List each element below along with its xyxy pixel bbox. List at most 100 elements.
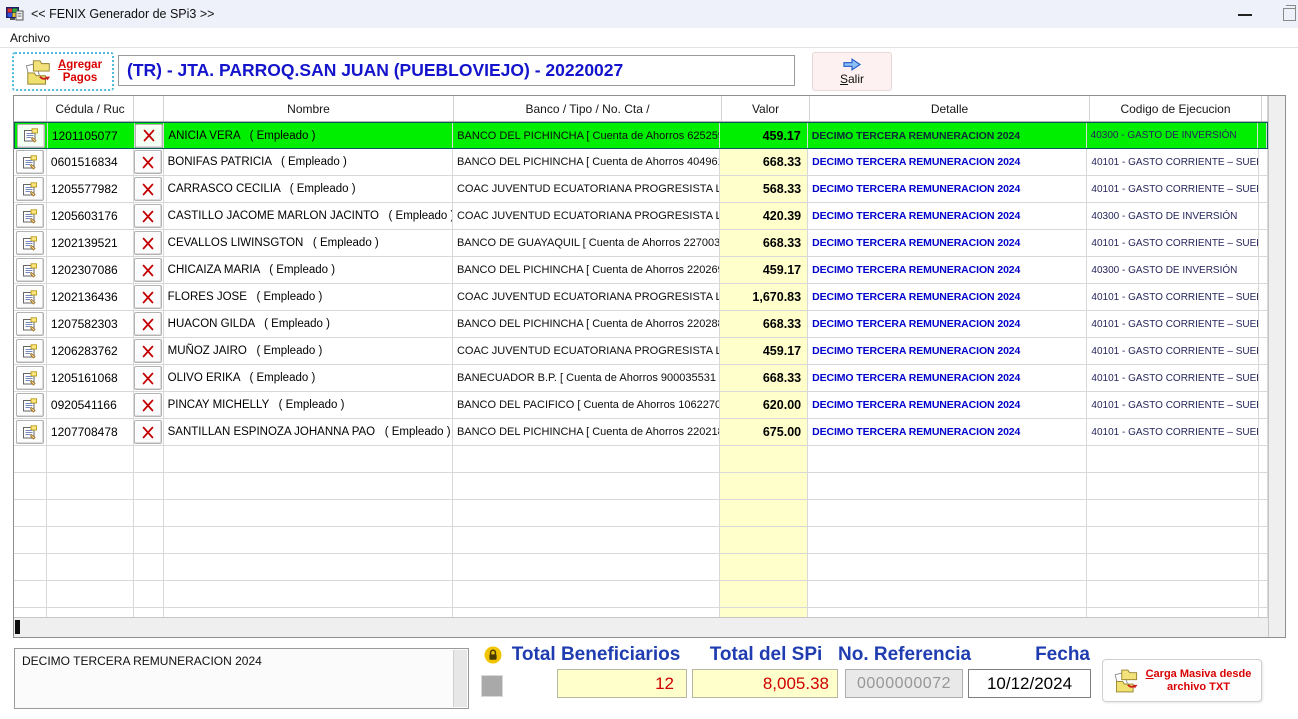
column-header-valor[interactable]: Valor	[722, 96, 810, 121]
edit-row-button[interactable]	[16, 177, 44, 201]
edit-row-button[interactable]	[17, 124, 45, 148]
cell-codigo: 40101 - GASTO CORRIENTE – SUELDOS	[1087, 311, 1259, 337]
empty-table-row	[14, 608, 1268, 617]
column-header[interactable]	[14, 96, 47, 121]
delete-row-button[interactable]	[134, 204, 162, 228]
column-header-codigo-de-ejecucion[interactable]: Codigo de Ejecucion	[1090, 96, 1262, 121]
title-bar: << FENIX Generador de SPi3 >>	[0, 0, 1298, 28]
cell-nombre: BONIFAS PATRICIA ( Empleado )	[164, 149, 453, 175]
cell-cedula: 1202136436	[47, 284, 134, 310]
table-row[interactable]: 1202307086CHICAIZA MARIA ( Empleado )BAN…	[14, 257, 1268, 284]
cell-cedula: 1205603176	[47, 203, 134, 229]
delete-row-button[interactable]	[134, 258, 162, 282]
cell-banco: BANCO DEL PICHINCHA [ Cuenta de Ahorros …	[453, 257, 720, 283]
cell-valor: 459.17	[720, 338, 808, 364]
cell-banco: BANCO DEL PICHINCHA [ Cuenta de Ahorros …	[453, 311, 720, 337]
edit-row-button[interactable]	[16, 420, 44, 444]
edit-row-button[interactable]	[16, 204, 44, 228]
cell-banco: BANCO DEL PACIFICO [ Cuenta de Ahorros 1…	[453, 392, 720, 418]
edit-row-button[interactable]	[16, 150, 44, 174]
delete-row-button[interactable]	[134, 150, 162, 174]
edit-row-button[interactable]	[16, 231, 44, 255]
edit-row-button[interactable]	[16, 258, 44, 282]
delete-row-button[interactable]	[134, 339, 162, 363]
cell-codigo: 40101 - GASTO CORRIENTE – SUELDOS	[1087, 392, 1259, 418]
delete-row-button[interactable]	[134, 285, 162, 309]
table-row[interactable]: 1207708478SANTILLAN ESPINOZA JOHANNA PAO…	[14, 419, 1268, 446]
table-row[interactable]: 1205161068OLIVO ERIKA ( Empleado )BANECU…	[14, 365, 1268, 392]
cell-nombre: CASTILLO JACOME MARLON JACINTO ( Emplead…	[164, 203, 453, 229]
total-spi-label: Total del SPi	[695, 644, 837, 666]
table-row[interactable]: 1205577982CARRASCO CECILIA ( Empleado )C…	[14, 176, 1268, 203]
cell-banco: COAC JUVENTUD ECUATORIANA PROGRESISTA LT…	[453, 284, 720, 310]
cell-cedula: 0920541166	[47, 392, 134, 418]
table-row[interactable]: 1201105077ANICIA VERA ( Empleado )BANCO …	[14, 122, 1268, 149]
column-header-c-dula-ruc[interactable]: Cédula / Ruc	[47, 96, 134, 121]
table-row[interactable]: 1206283762MUÑOZ JAIRO ( Empleado )COAC J…	[14, 338, 1268, 365]
table-row[interactable]: 0920541166 PINCAY MICHELLY ( Empleado )BA…	[14, 392, 1268, 419]
window-title: << FENIX Generador de SPi3 >>	[31, 7, 214, 21]
cell-codigo: 40300 - GASTO DE INVERSIÓN	[1087, 203, 1259, 229]
table-row[interactable]: 1205603176 CASTILLO JACOME MARLON JACINTO…	[14, 203, 1268, 230]
menu-archivo[interactable]: Archivo	[4, 31, 56, 45]
cell-nombre: CHICAIZA MARIA ( Empleado )	[164, 257, 453, 283]
table-row[interactable]: 1202139521CEVALLOS LIWINSGTON ( Empleado…	[14, 230, 1268, 257]
grid-header-row: Cédula / Ruc NombreBanco / Tipo / No. Cta…	[14, 96, 1268, 122]
fecha-field[interactable]: 10/12/2024	[968, 669, 1091, 698]
cell-codigo: 40101 - GASTO CORRIENTE – SUELDOS	[1087, 284, 1259, 310]
edit-row-button[interactable]	[16, 312, 44, 336]
cell-valor: 668.33	[720, 230, 808, 256]
folder-import-icon	[24, 58, 54, 86]
salir-button[interactable]: Salir	[812, 52, 892, 91]
delete-row-button[interactable]	[134, 231, 162, 255]
delete-row-button[interactable]	[134, 177, 162, 201]
cell-nombre: SANTILLAN ESPINOZA JOHANNA PAO ( Emplead…	[164, 419, 453, 445]
status-square[interactable]	[482, 676, 502, 696]
total-spi-field: 8,005.38	[692, 669, 838, 698]
cell-codigo: 40101 - GASTO CORRIENTE – SUELDOS	[1087, 419, 1259, 445]
cell-nombre: PINCAY MICHELLY ( Empleado )	[164, 392, 453, 418]
detalle-textarea[interactable]: DECIMO TERCERA REMUNERACION 2024	[14, 648, 469, 709]
delete-row-button[interactable]	[134, 420, 162, 444]
cell-codigo: 40101 - GASTO CORRIENTE – SUELDOS	[1087, 149, 1259, 175]
vertical-scrollbar[interactable]	[1268, 96, 1285, 637]
horizontal-scrollbar-thumb[interactable]	[15, 620, 20, 634]
table-row[interactable]: 0601516834BONIFAS PATRICIA ( Empleado )B…	[14, 149, 1268, 176]
delete-row-button[interactable]	[135, 124, 163, 148]
edit-row-button[interactable]	[16, 285, 44, 309]
column-header-nombre[interactable]: Nombre	[164, 96, 454, 121]
cell-codigo: 40300 - GASTO DE INVERSIÓN	[1087, 257, 1259, 283]
edit-row-button[interactable]	[16, 393, 44, 417]
restore-button[interactable]	[1283, 8, 1296, 21]
cell-nombre: FLORES JOSE ( Empleado )	[164, 284, 453, 310]
cell-valor: 420.39	[720, 203, 808, 229]
minimize-button[interactable]	[1238, 14, 1252, 16]
cell-nombre: ANICIA VERA ( Empleado )	[164, 123, 453, 148]
edit-row-button[interactable]	[16, 339, 44, 363]
column-header[interactable]	[134, 96, 164, 121]
cell-codigo: 40101 - GASTO CORRIENTE – SUELDOS	[1087, 230, 1259, 256]
delete-row-button[interactable]	[134, 312, 162, 336]
cell-valor: 675.00	[720, 419, 808, 445]
cell-valor: 668.33	[720, 365, 808, 391]
cell-banco: COAC JUVENTUD ECUATORIANA PROGRESISTA LT…	[453, 338, 720, 364]
agregar-pagos-button[interactable]: Agregar Pagos	[12, 52, 114, 91]
total-beneficiarios-field: 12	[557, 669, 687, 698]
cell-valor: 568.33	[720, 176, 808, 202]
column-header-detalle[interactable]: Detalle	[810, 96, 1090, 121]
horizontal-scrollbar[interactable]	[14, 617, 1268, 637]
empty-table-row	[14, 473, 1268, 500]
column-header-banco-tipo-no-cta[interactable]: Banco / Tipo / No. Cta /	[454, 96, 722, 121]
empty-table-row	[14, 500, 1268, 527]
edit-row-button[interactable]	[16, 366, 44, 390]
cell-banco: COAC JUVENTUD ECUATORIANA PROGRESISTA LT…	[453, 176, 720, 202]
delete-row-button[interactable]	[134, 366, 162, 390]
entity-title-field[interactable]: (TR) - JTA. PARROQ.SAN JUAN (PUEBLOVIEJO…	[118, 55, 795, 86]
delete-row-button[interactable]	[134, 393, 162, 417]
detalle-scrollbar[interactable]	[453, 650, 467, 707]
table-row[interactable]: 1207582303HUACON GILDA ( Empleado )BANCO…	[14, 311, 1268, 338]
cell-detalle: DECIMO TERCERA REMUNERACION 2024	[808, 365, 1087, 391]
carga-masiva-button[interactable]: Carga Masiva desde archivo TXT	[1102, 659, 1262, 702]
cell-valor: 459.17	[720, 123, 808, 148]
table-row[interactable]: 1202136436 FLORES JOSE ( Empleado )COAC J…	[14, 284, 1268, 311]
